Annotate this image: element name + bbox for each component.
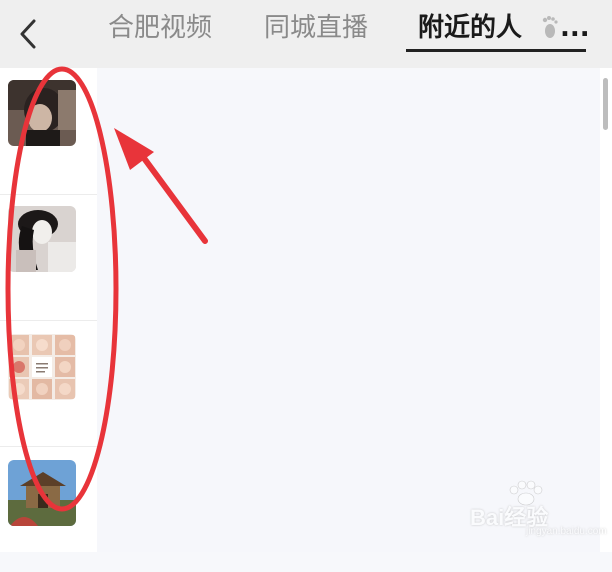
watermark: Bai经验 jingyan.baidu.com	[470, 480, 610, 552]
sidebar-item[interactable]	[0, 68, 97, 195]
scrollbar[interactable]	[603, 78, 608, 130]
top-nav-bar: 合肥视频 同城直播 附近的人 ...	[0, 0, 612, 68]
active-tab-underline	[406, 49, 586, 52]
sidebar-item[interactable]	[0, 320, 97, 447]
sidebar-item[interactable]	[0, 446, 97, 572]
sidebar-item[interactable]	[0, 194, 97, 321]
watermark-subtext: jingyan.baidu.com	[526, 526, 607, 537]
baby-photo-collage	[8, 334, 76, 400]
tab-nearby-people[interactable]: 附近的人	[418, 8, 522, 48]
back-button[interactable]	[12, 14, 44, 54]
footprint-icon	[542, 16, 558, 38]
more-tabs-indicator[interactable]: ...	[560, 8, 590, 48]
building-landmark-photo	[8, 460, 76, 526]
tab-city-live[interactable]: 同城直播	[264, 8, 368, 48]
person-dark-hair-photo	[8, 80, 76, 146]
tab-hefei-video[interactable]: 合肥视频	[108, 8, 212, 48]
back-arrow-icon	[20, 19, 36, 49]
person-long-black-hair-photo	[8, 206, 76, 272]
sidebar	[0, 68, 97, 552]
